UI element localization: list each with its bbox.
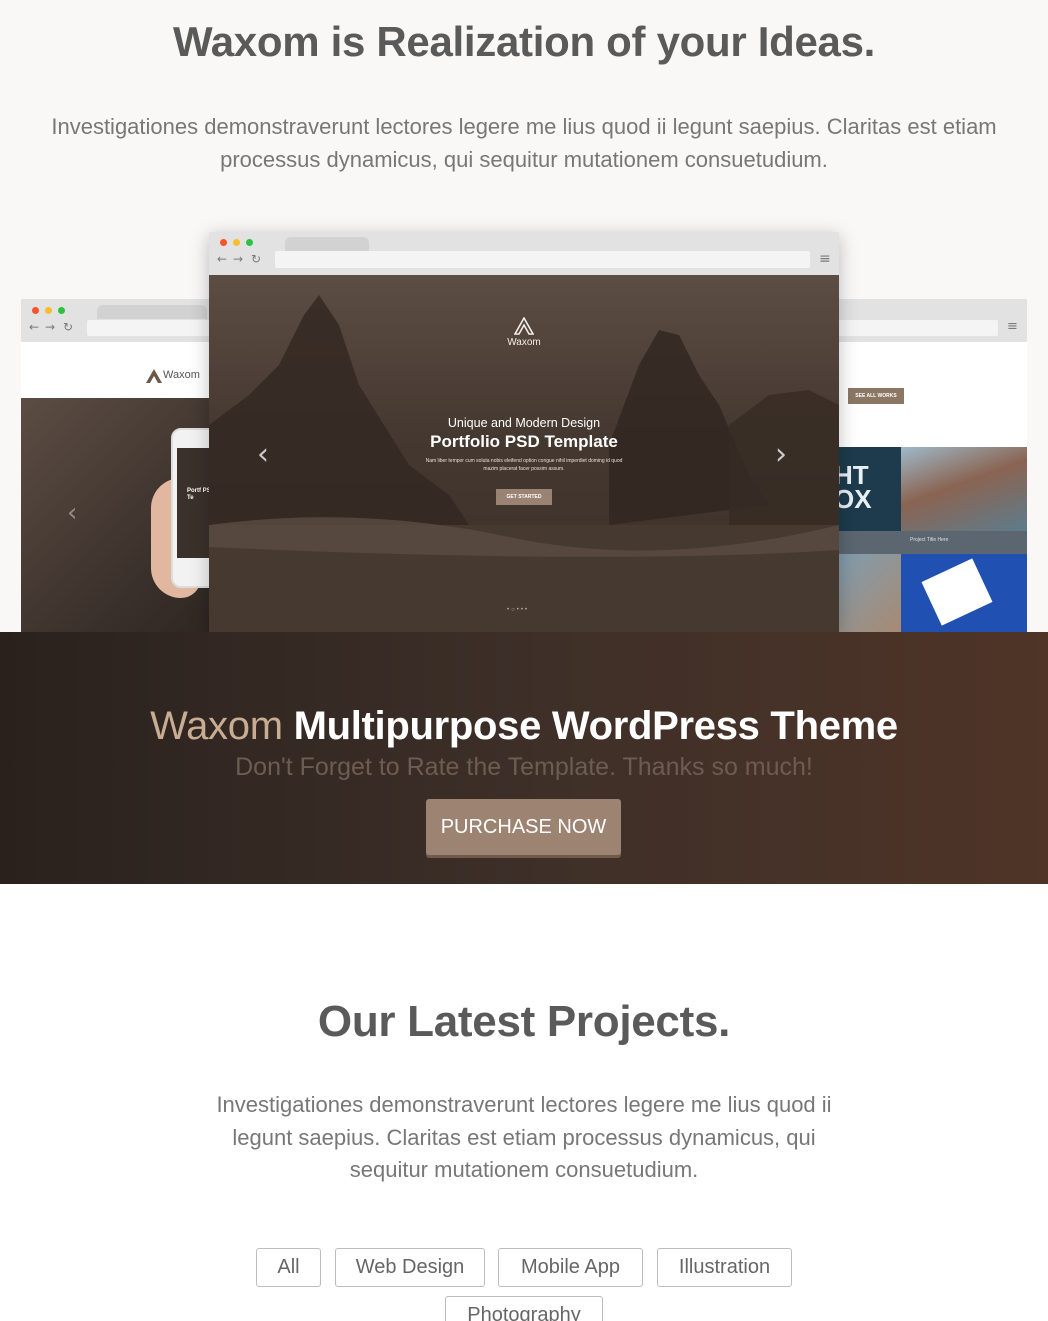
filter-web-design-button[interactable]: Web Design bbox=[335, 1248, 485, 1287]
projects-title: Our Latest Projects. bbox=[317, 997, 731, 1046]
portfolio-tile-rock bbox=[901, 447, 1027, 531]
tile-lettering: HT OX bbox=[834, 460, 872, 514]
projects-description: Investigationes demonstraverunt lectores… bbox=[216, 1092, 832, 1182]
browser-chrome: ≡ bbox=[820, 299, 1027, 342]
projects-section: Our Latest Projects. Investigationes dem… bbox=[0, 884, 1048, 1321]
close-dot-icon bbox=[32, 307, 39, 314]
maximize-dot-icon bbox=[246, 239, 253, 246]
mockup-right-body: SEE ALL WORKS HT OX Project Title Here bbox=[820, 342, 1027, 632]
mockup-browser-center: ← → ↻ ≡ Waxom Unique and Modern Design P… bbox=[209, 232, 839, 632]
reload-icon: ↻ bbox=[251, 252, 262, 266]
mockup-left-hero: ‹ Portf PSD Te bbox=[21, 398, 231, 632]
maximize-dot-icon bbox=[58, 307, 65, 314]
purchase-now-button[interactable]: PURCHASE NOW bbox=[426, 799, 621, 855]
filter-photography-button[interactable]: Photography bbox=[445, 1296, 603, 1321]
minimize-dot-icon bbox=[45, 307, 52, 314]
mockup-browser-left: ← → ↻ Waxom ‹ Portf PSD Te bbox=[21, 299, 231, 632]
address-bar bbox=[275, 251, 810, 268]
hero-description: Investigationes demonstraverunt lectores… bbox=[51, 114, 997, 172]
menu-icon: ≡ bbox=[819, 251, 831, 267]
reload-icon: ↻ bbox=[63, 320, 74, 334]
filter-illustration-button[interactable]: Illustration bbox=[657, 1248, 792, 1287]
mockup-browser-right: ≡ SEE ALL WORKS HT OX Project Title Here bbox=[820, 299, 1027, 632]
cta-title-text: Multipurpose WordPress Theme bbox=[293, 704, 899, 748]
portfolio-tile-blue bbox=[901, 554, 1027, 632]
paper-graphic bbox=[921, 558, 993, 626]
mockup-left-brand: Waxom bbox=[163, 369, 200, 381]
browser-tab bbox=[285, 237, 369, 251]
slider-next-arrow-icon: › bbox=[775, 437, 787, 472]
mockup-text: Nam liber tempor cum soluta nobis eleife… bbox=[425, 458, 623, 472]
slider-prev-arrow-icon: ‹ bbox=[257, 437, 269, 472]
minimize-dot-icon bbox=[233, 239, 240, 246]
filter-all-button[interactable]: All bbox=[256, 1248, 321, 1287]
browser-tab bbox=[97, 305, 207, 319]
browser-chrome: ← → ↻ ≡ bbox=[209, 232, 839, 275]
cta-brand: Waxom bbox=[150, 704, 283, 748]
mockup-title: Portfolio PSD Template bbox=[430, 432, 618, 451]
close-dot-icon bbox=[220, 239, 227, 246]
mockup-left-header: Waxom bbox=[21, 342, 231, 398]
portfolio-tile-caption-bar: Project Title Here bbox=[820, 531, 1027, 554]
cta-section: Waxom Multipurpose WordPress Theme Don't… bbox=[0, 632, 1048, 884]
hero-section: Waxom is Realization of your Ideas. Inve… bbox=[0, 0, 1048, 632]
back-arrow-icon: ← bbox=[217, 252, 228, 266]
see-all-works-button: SEE ALL WORKS bbox=[848, 388, 904, 404]
cta-subtitle: Don't Forget to Rate the Template. Thank… bbox=[235, 753, 813, 781]
browser-chrome: ← → ↻ bbox=[21, 299, 231, 342]
forward-arrow-icon: → bbox=[233, 252, 244, 266]
filter-mobile-app-button[interactable]: Mobile App bbox=[498, 1248, 643, 1287]
cta-title: Waxom Multipurpose WordPress Theme bbox=[0, 704, 1048, 749]
slider-dots: •○••• bbox=[507, 607, 530, 613]
mockup-brand: Waxom bbox=[507, 337, 541, 348]
waxom-logo-icon bbox=[146, 369, 162, 383]
mockup-center-hero: Waxom Unique and Modern Design Portfolio… bbox=[209, 275, 839, 632]
hero-title: Waxom is Realization of your Ideas. bbox=[172, 18, 876, 65]
slider-prev-arrow-icon: ‹ bbox=[67, 498, 78, 528]
back-arrow-icon: ← bbox=[29, 320, 40, 334]
forward-arrow-icon: → bbox=[45, 320, 56, 334]
mockup-get-started-button: GET STARTED bbox=[496, 489, 552, 505]
menu-icon: ≡ bbox=[1007, 319, 1018, 334]
waxom-logo-icon bbox=[514, 317, 534, 335]
address-bar bbox=[830, 320, 998, 336]
tile-caption: Project Title Here bbox=[910, 537, 949, 543]
mockup-left-body: Waxom ‹ Portf PSD Te bbox=[21, 342, 231, 632]
mockup-subtitle: Unique and Modern Design bbox=[447, 416, 601, 430]
